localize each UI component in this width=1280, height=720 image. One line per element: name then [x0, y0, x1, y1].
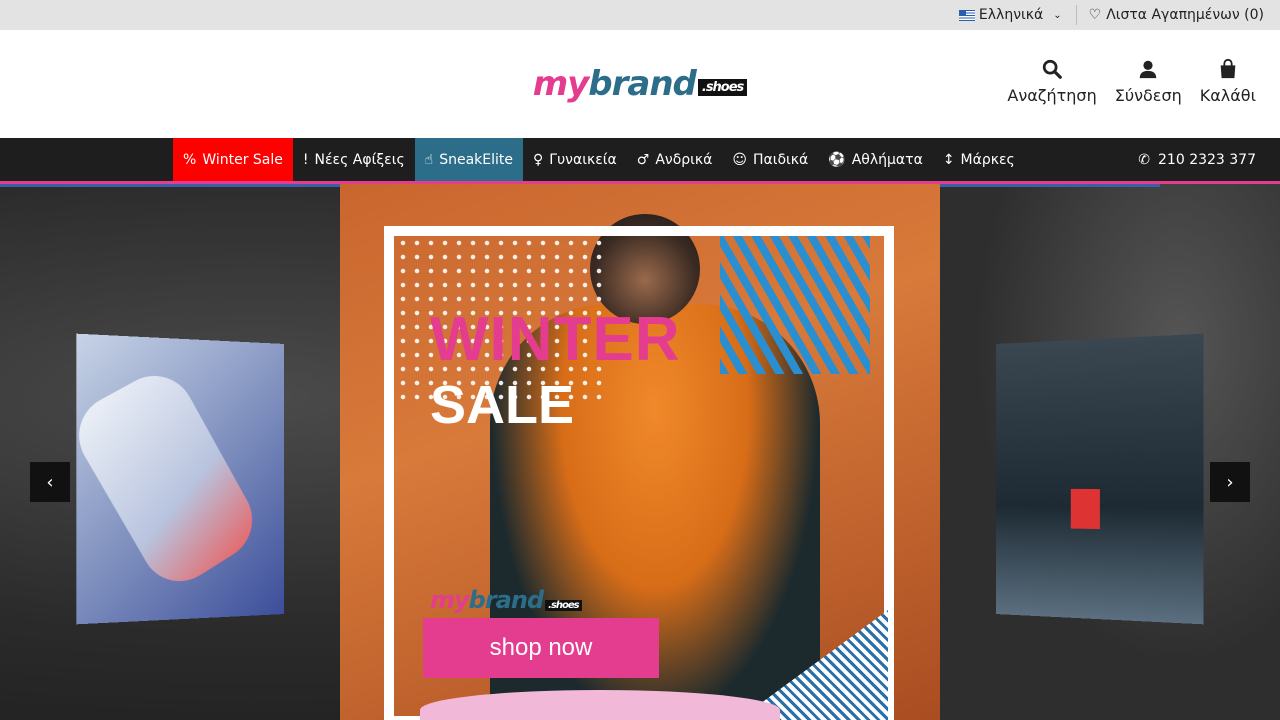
nav-item-label: Winter Sale — [202, 151, 283, 168]
site-logo[interactable]: my brand .shoes — [533, 64, 748, 104]
cart-button[interactable]: Καλάθι — [1200, 58, 1256, 105]
shopping-bag-icon — [1220, 58, 1236, 79]
main-navigation: % Winter Sale! Νέες Αφίξεις ☝ SneakElite ♀ Γυν… — [0, 138, 1280, 184]
phone-icon: ✆ — [1138, 151, 1151, 168]
nav-item-label: Γυναικεία — [549, 151, 617, 168]
user-icon — [1139, 60, 1157, 79]
nav-item-6[interactable]: ⚽ Αθλήματα — [818, 138, 933, 181]
chevron-right-icon: › — [1226, 471, 1234, 493]
man-icon: ♂ — [636, 151, 650, 168]
wishlist-link[interactable]: ♡ Λιστα Αγαπημένων (0) — [1089, 7, 1264, 23]
nav-item-4[interactable]: ♂ Ανδρικά — [627, 138, 723, 181]
login-button[interactable]: Σύνδεση — [1115, 58, 1182, 105]
nav-item-label: Ανδρικά — [655, 151, 713, 168]
heart-icon: ♡ — [1088, 7, 1102, 23]
soccer-ball-icon: ⚽ — [828, 151, 846, 168]
search-icon — [1042, 59, 1062, 79]
nav-item-label: Παιδικά — [753, 151, 809, 168]
nav-item-0[interactable]: % Winter Sale — [173, 138, 293, 181]
language-label: Ελληνικά — [978, 7, 1044, 23]
banner-logo-my: my — [430, 586, 470, 614]
percent-icon: % — [183, 151, 197, 168]
slide-preview-right[interactable] — [995, 333, 1204, 625]
nav-item-7[interactable]: ↕ Μάρκες — [933, 138, 1025, 181]
login-label: Σύνδεση — [1114, 86, 1182, 105]
carousel-prev-button[interactable]: ‹ — [30, 462, 70, 502]
active-slide[interactable]: WINTER SALE my brand .shoes shop now — [340, 184, 940, 720]
nav-item-3[interactable]: ♀ Γυναικεία — [523, 138, 627, 181]
slide-preview-left[interactable] — [76, 333, 285, 625]
logo-brand: brand — [588, 64, 697, 104]
nav-item-2[interactable]: ☝ SneakElite — [414, 138, 523, 181]
exclamation-icon: ! — [302, 151, 309, 168]
header-actions: Αναζήτηση Σύνδεση Καλάθι — [1007, 58, 1256, 105]
banner-title-winter: WINTER — [430, 305, 681, 374]
nav-item-5[interactable]: ☺ Παιδικά — [722, 138, 818, 181]
shop-now-button[interactable]: shop now — [423, 618, 659, 678]
sort-az-icon: ↕ — [942, 151, 955, 168]
search-button[interactable]: Αναζήτηση — [1007, 58, 1097, 105]
child-icon: ☺ — [732, 151, 747, 168]
nav-item-label: Νέες Αφίξεις — [314, 151, 405, 168]
banner-logo-tld: .shoes — [545, 600, 582, 611]
nav-items: % Winter Sale! Νέες Αφίξεις ☝ SneakElite ♀ Γυν… — [173, 138, 1025, 181]
site-header: my brand .shoes Αναζήτηση Σύνδεση Καλάθι — [0, 30, 1280, 138]
banner-logo-brand: brand — [468, 586, 544, 614]
search-label: Αναζήτηση — [1007, 86, 1097, 105]
banner-title-sale: SALE — [430, 375, 575, 435]
cart-label: Καλάθι — [1199, 86, 1256, 105]
carousel-next-button[interactable]: › — [1210, 462, 1250, 502]
chevron-down-icon: ⌄ — [1053, 9, 1062, 21]
banner-logo: my brand .shoes — [430, 586, 582, 614]
woman-icon: ♀ — [533, 151, 544, 168]
nav-item-1[interactable]: ! Νέες Αφίξεις — [293, 138, 415, 181]
logo-tld: .shoes — [697, 79, 748, 96]
wishlist-label: Λιστα Αγαπημένων (0) — [1106, 7, 1264, 23]
top-bar: Ελληνικά ⌄ ♡ Λιστα Αγαπημένων (0) — [0, 0, 1280, 30]
language-selector[interactable]: Ελληνικά ⌄ — [958, 5, 1077, 25]
nav-item-label: SneakElite — [439, 151, 513, 168]
hero-carousel: WINTER SALE my brand .shoes shop now ‹ › — [0, 184, 1280, 720]
hand-icon: ☝ — [424, 151, 434, 168]
greek-flag-icon — [958, 9, 975, 21]
chevron-left-icon: ‹ — [46, 471, 54, 493]
nav-item-label: Μάρκες — [960, 151, 1015, 168]
logo-my: my — [532, 64, 590, 104]
nav-item-label: Αθλήματα — [851, 151, 923, 168]
phone-contact[interactable]: ✆ 210 2323 377 — [1138, 138, 1256, 181]
phone-number: 210 2323 377 — [1158, 151, 1256, 168]
